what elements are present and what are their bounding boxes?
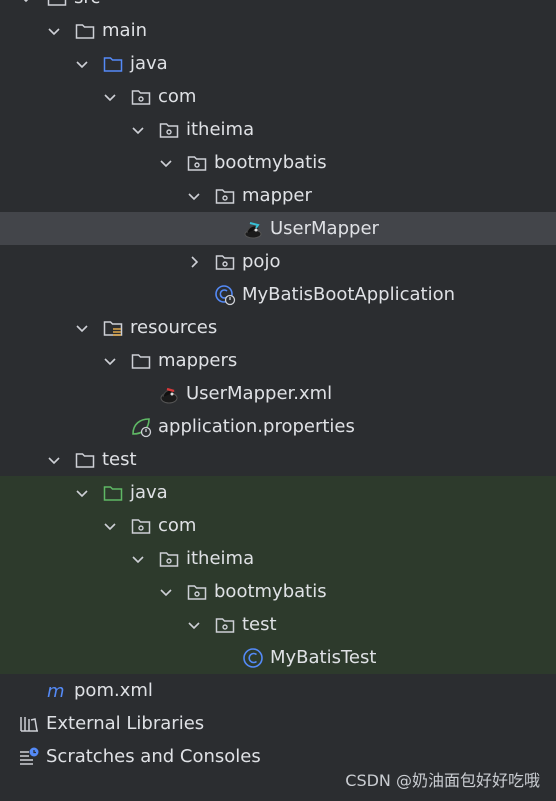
tree-item-test-package-com[interactable]: com [0,509,556,542]
package-icon [158,548,180,570]
tree-item-test[interactable]: test [0,443,556,476]
tree-item-package-pojo[interactable]: pojo [0,245,556,278]
chevron-down-icon[interactable] [130,551,146,567]
chevron-down-icon[interactable] [74,56,90,72]
tree-item-package-mapper[interactable]: mapper [0,179,556,212]
tree-item-label: main [102,20,147,41]
folder-icon [130,350,152,372]
tree-item-label: itheima [186,548,255,569]
chevron-down-icon[interactable] [186,188,202,204]
chevron-down-icon[interactable] [158,155,174,171]
project-tree: src main java com itheima bootmybatis ma… [0,0,556,773]
tree-item-label: MyBatisBootApplication [242,284,456,305]
tree-item-label: bootmybatis [214,581,327,602]
tree-item-src[interactable]: src [0,0,556,14]
tree-item-resources[interactable]: resources [0,311,556,344]
package-icon [158,119,180,141]
tree-item-package-itheima[interactable]: itheima [0,113,556,146]
tree-item-label: itheima [186,119,255,140]
chevron-down-icon[interactable] [130,122,146,138]
tree-item-label: resources [130,317,218,338]
source-folder-icon [102,53,124,75]
package-icon [130,86,152,108]
tree-item-label: test [102,449,137,470]
tree-item-external-libraries[interactable]: External Libraries [0,707,556,740]
chevron-down-icon[interactable] [186,617,202,633]
svg-text:m: m [47,681,65,702]
chevron-down-icon[interactable] [74,320,90,336]
mybatis-mapper-icon [242,218,264,240]
test-source-folder-icon [102,482,124,504]
tree-item-pom-xml[interactable]: m pom.xml [0,674,556,707]
tree-item-label: Scratches and Consoles [46,746,261,767]
chevron-down-icon[interactable] [46,23,62,39]
tree-item-application-properties[interactable]: application.properties [0,410,556,443]
tree-item-label: java [130,482,168,503]
tree-item-label: com [158,515,197,536]
tree-item-label: application.properties [158,416,355,437]
tree-item-label: mapper [242,185,312,206]
chevron-down-icon[interactable] [102,89,118,105]
tree-item-label: com [158,86,197,107]
chevron-down-icon[interactable] [18,0,34,6]
tree-item-label: UserMapper [270,218,379,239]
tree-item-mybatistest[interactable]: MyBatisTest [0,641,556,674]
tree-item-test-package-bootmybatis[interactable]: bootmybatis [0,575,556,608]
tree-item-label: pom.xml [74,680,153,701]
tree-item-label: pojo [242,251,281,272]
library-icon [18,713,40,735]
tree-item-test-package-test[interactable]: test [0,608,556,641]
chevron-down-icon[interactable] [74,485,90,501]
spring-leaf-icon [130,416,152,438]
package-icon [214,185,236,207]
tree-item-main[interactable]: main [0,14,556,47]
tree-item-label: bootmybatis [214,152,327,173]
tree-item-usermapper[interactable]: UserMapper [0,212,556,245]
tree-item-test-java[interactable]: java [0,476,556,509]
tree-item-label: src [74,0,100,14]
chevron-down-icon[interactable] [102,353,118,369]
mybatis-xml-icon [158,383,180,405]
chevron-right-icon[interactable] [186,254,202,270]
package-icon [214,251,236,273]
tree-item-label: java [130,53,168,74]
tree-item-java[interactable]: java [0,47,556,80]
scratches-icon [18,746,40,768]
folder-icon [74,20,96,42]
package-icon [186,581,208,603]
chevron-down-icon[interactable] [102,518,118,534]
tree-item-package-com[interactable]: com [0,80,556,113]
tree-item-package-bootmybatis[interactable]: bootmybatis [0,146,556,179]
tree-item-mybatisbootapplication[interactable]: MyBatisBootApplication [0,278,556,311]
tree-item-mappers[interactable]: mappers [0,344,556,377]
tree-item-usermapper-xml[interactable]: UserMapper.xml [0,377,556,410]
chevron-down-icon[interactable] [158,584,174,600]
maven-icon: m [46,680,68,702]
folder-icon [46,0,68,9]
tree-item-label: UserMapper.xml [186,383,333,404]
package-icon [130,515,152,537]
chevron-down-icon[interactable] [46,452,62,468]
tree-item-label: MyBatisTest [270,647,377,668]
tree-item-label: mappers [158,350,238,371]
package-icon [186,152,208,174]
package-icon [214,614,236,636]
tree-item-test-package-itheima[interactable]: itheima [0,542,556,575]
tree-item-label: External Libraries [46,713,205,734]
resources-folder-icon [102,317,124,339]
tree-item-label: test [242,614,277,635]
watermark: CSDN @奶油面包好好吃哦 [345,771,540,790]
folder-icon [74,449,96,471]
spring-boot-class-icon [214,284,236,306]
class-icon [242,647,264,669]
